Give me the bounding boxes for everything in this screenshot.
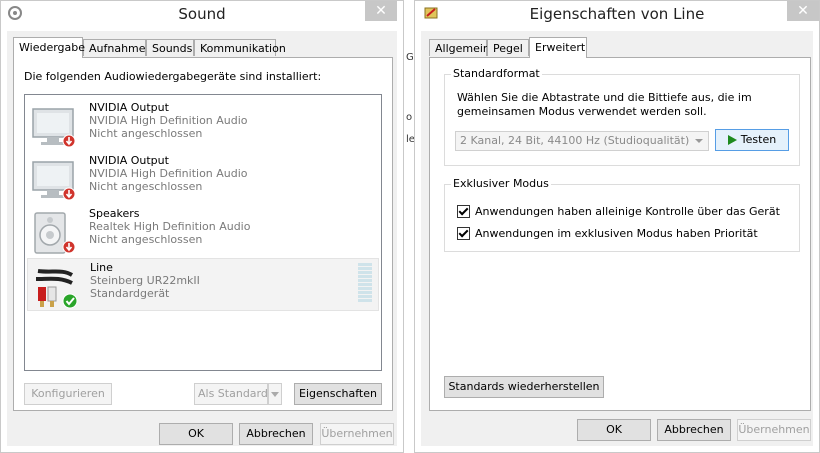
set-default-dropdown[interactable] — [268, 383, 282, 405]
device-item-nvidia-2[interactable]: NVIDIA Output NVIDIA High Definition Aud… — [27, 152, 379, 203]
tab-pegel[interactable]: Pegel — [487, 39, 529, 56]
props-cancel-button[interactable]: Abbrechen — [657, 419, 731, 441]
tab-kommunikation[interactable]: Kommunikation — [194, 39, 286, 56]
checkbox-checked-icon — [457, 227, 470, 240]
device-driver: Realtek High Definition Audio — [89, 220, 251, 233]
exclusive-mode-group: Exklusiver Modus Anwendungen haben allei… — [444, 177, 800, 252]
speaker-icon — [34, 212, 76, 254]
device-status: Standardgerät — [90, 287, 170, 300]
rca-cable-icon — [35, 269, 78, 309]
sound-title: Sound — [178, 5, 226, 23]
sound-window: Sound ✕ Wiedergabe Aufnahme Sounds Kommu… — [0, 0, 404, 453]
props-close-button[interactable]: ✕ — [787, 1, 819, 21]
device-name: Line — [90, 261, 113, 274]
device-item-speakers[interactable]: Speakers Realtek High Definition Audio N… — [27, 205, 379, 256]
test-label: Testen — [740, 133, 777, 146]
playback-panel: Die folgenden Audiowiedergabegeräte sind… — [13, 57, 393, 411]
props-title: Eigenschaften von Line — [529, 5, 705, 23]
device-driver: NVIDIA High Definition Audio — [89, 167, 248, 180]
restore-defaults-button[interactable]: Standards wiederherstellen — [444, 376, 604, 398]
properties-button[interactable]: Eigenschaften — [294, 383, 382, 405]
device-status: Nicht angeschlossen — [89, 127, 203, 140]
monitor-icon — [32, 161, 76, 201]
cancel-button[interactable]: Abbrechen — [239, 423, 313, 445]
configure-button[interactable]: Konfigurieren — [24, 383, 112, 405]
background-fragment: G — [406, 52, 414, 63]
set-default-button[interactable]: Als Standard — [194, 383, 268, 405]
tab-erweitert[interactable]: Erweitert — [529, 37, 587, 58]
tab-allgemein[interactable]: Allgemein — [429, 39, 490, 56]
props-titlebar[interactable]: Eigenschaften von Line ✕ — [415, 1, 819, 29]
exclusive-control-checkbox[interactable]: Anwendungen haben alleinige Kontrolle üb… — [457, 205, 780, 218]
props-apply-button[interactable]: Übernehmen — [737, 419, 811, 441]
set-default-label: Als Standard — [198, 387, 268, 400]
chevron-down-icon — [695, 139, 703, 143]
tab-sounds[interactable]: Sounds — [146, 39, 194, 56]
device-driver: NVIDIA High Definition Audio — [89, 114, 248, 127]
level-meter — [358, 263, 372, 303]
tab-aufnahme[interactable]: Aufnahme — [83, 39, 146, 56]
background-fragment: o — [406, 112, 413, 123]
line-properties-window: Eigenschaften von Line ✕ Allgemein Pegel… — [414, 0, 820, 453]
background-strip: G o le — [404, 0, 415, 453]
exclusive-mode-label: Exklusiver Modus — [451, 177, 551, 190]
sound-titlebar[interactable]: Sound ✕ — [1, 1, 403, 29]
device-item-nvidia-1[interactable]: NVIDIA Output NVIDIA High Definition Aud… — [27, 99, 379, 150]
sound-close-button[interactable]: ✕ — [365, 1, 397, 21]
device-item-line[interactable]: Line Steinberg UR22mkII Standardgerät — [27, 258, 379, 311]
exclusive-priority-label: Anwendungen im exklusiven Modus haben Pr… — [475, 227, 758, 240]
device-name: NVIDIA Output — [89, 101, 169, 114]
play-icon — [727, 135, 737, 145]
exclusive-priority-checkbox[interactable]: Anwendungen im exklusiven Modus haben Pr… — [457, 227, 758, 240]
ok-button[interactable]: OK — [159, 423, 233, 445]
device-name: NVIDIA Output — [89, 154, 169, 167]
format-description: Wählen Sie die Abtastrate und die Bittie… — [457, 91, 752, 119]
default-format-group: Standardformat Wählen Sie die Abtastrate… — [444, 67, 800, 166]
apply-button[interactable]: Übernehmen — [320, 423, 394, 445]
monitor-icon — [32, 108, 76, 148]
instruction-text: Die folgenden Audiowiedergabegeräte sind… — [24, 70, 322, 83]
device-name: Speakers — [89, 207, 140, 220]
props-ok-button[interactable]: OK — [577, 419, 651, 441]
default-format-label: Standardformat — [451, 67, 542, 80]
advanced-panel: Standardformat Wählen Sie die Abtastrate… — [429, 57, 811, 411]
format-desc-line: Wählen Sie die Abtastrate und die Bittie… — [457, 91, 752, 104]
format-select[interactable]: 2 Kanal, 24 Bit, 44100 Hz (Studioqualitä… — [455, 131, 709, 151]
exclusive-control-label: Anwendungen haben alleinige Kontrolle üb… — [475, 205, 780, 218]
tab-wiedergabe[interactable]: Wiedergabe — [13, 37, 85, 58]
sound-client: Wiedergabe Aufnahme Sounds Kommunikation… — [7, 31, 397, 446]
format-desc-line: gemeinsamen Modus verwendet werden soll. — [457, 105, 707, 118]
device-status: Nicht angeschlossen — [89, 233, 203, 246]
props-client: Allgemein Pegel Erweitert Standardformat… — [421, 31, 813, 446]
device-list[interactable]: NVIDIA Output NVIDIA High Definition Aud… — [24, 94, 382, 371]
chevron-down-icon — [271, 391, 279, 397]
device-driver: Steinberg UR22mkII — [90, 274, 200, 287]
format-select-value: 2 Kanal, 24 Bit, 44100 Hz (Studioqualitä… — [460, 134, 690, 147]
checkbox-checked-icon — [457, 205, 470, 218]
test-button[interactable]: Testen — [715, 129, 789, 151]
device-status: Nicht angeschlossen — [89, 180, 203, 193]
